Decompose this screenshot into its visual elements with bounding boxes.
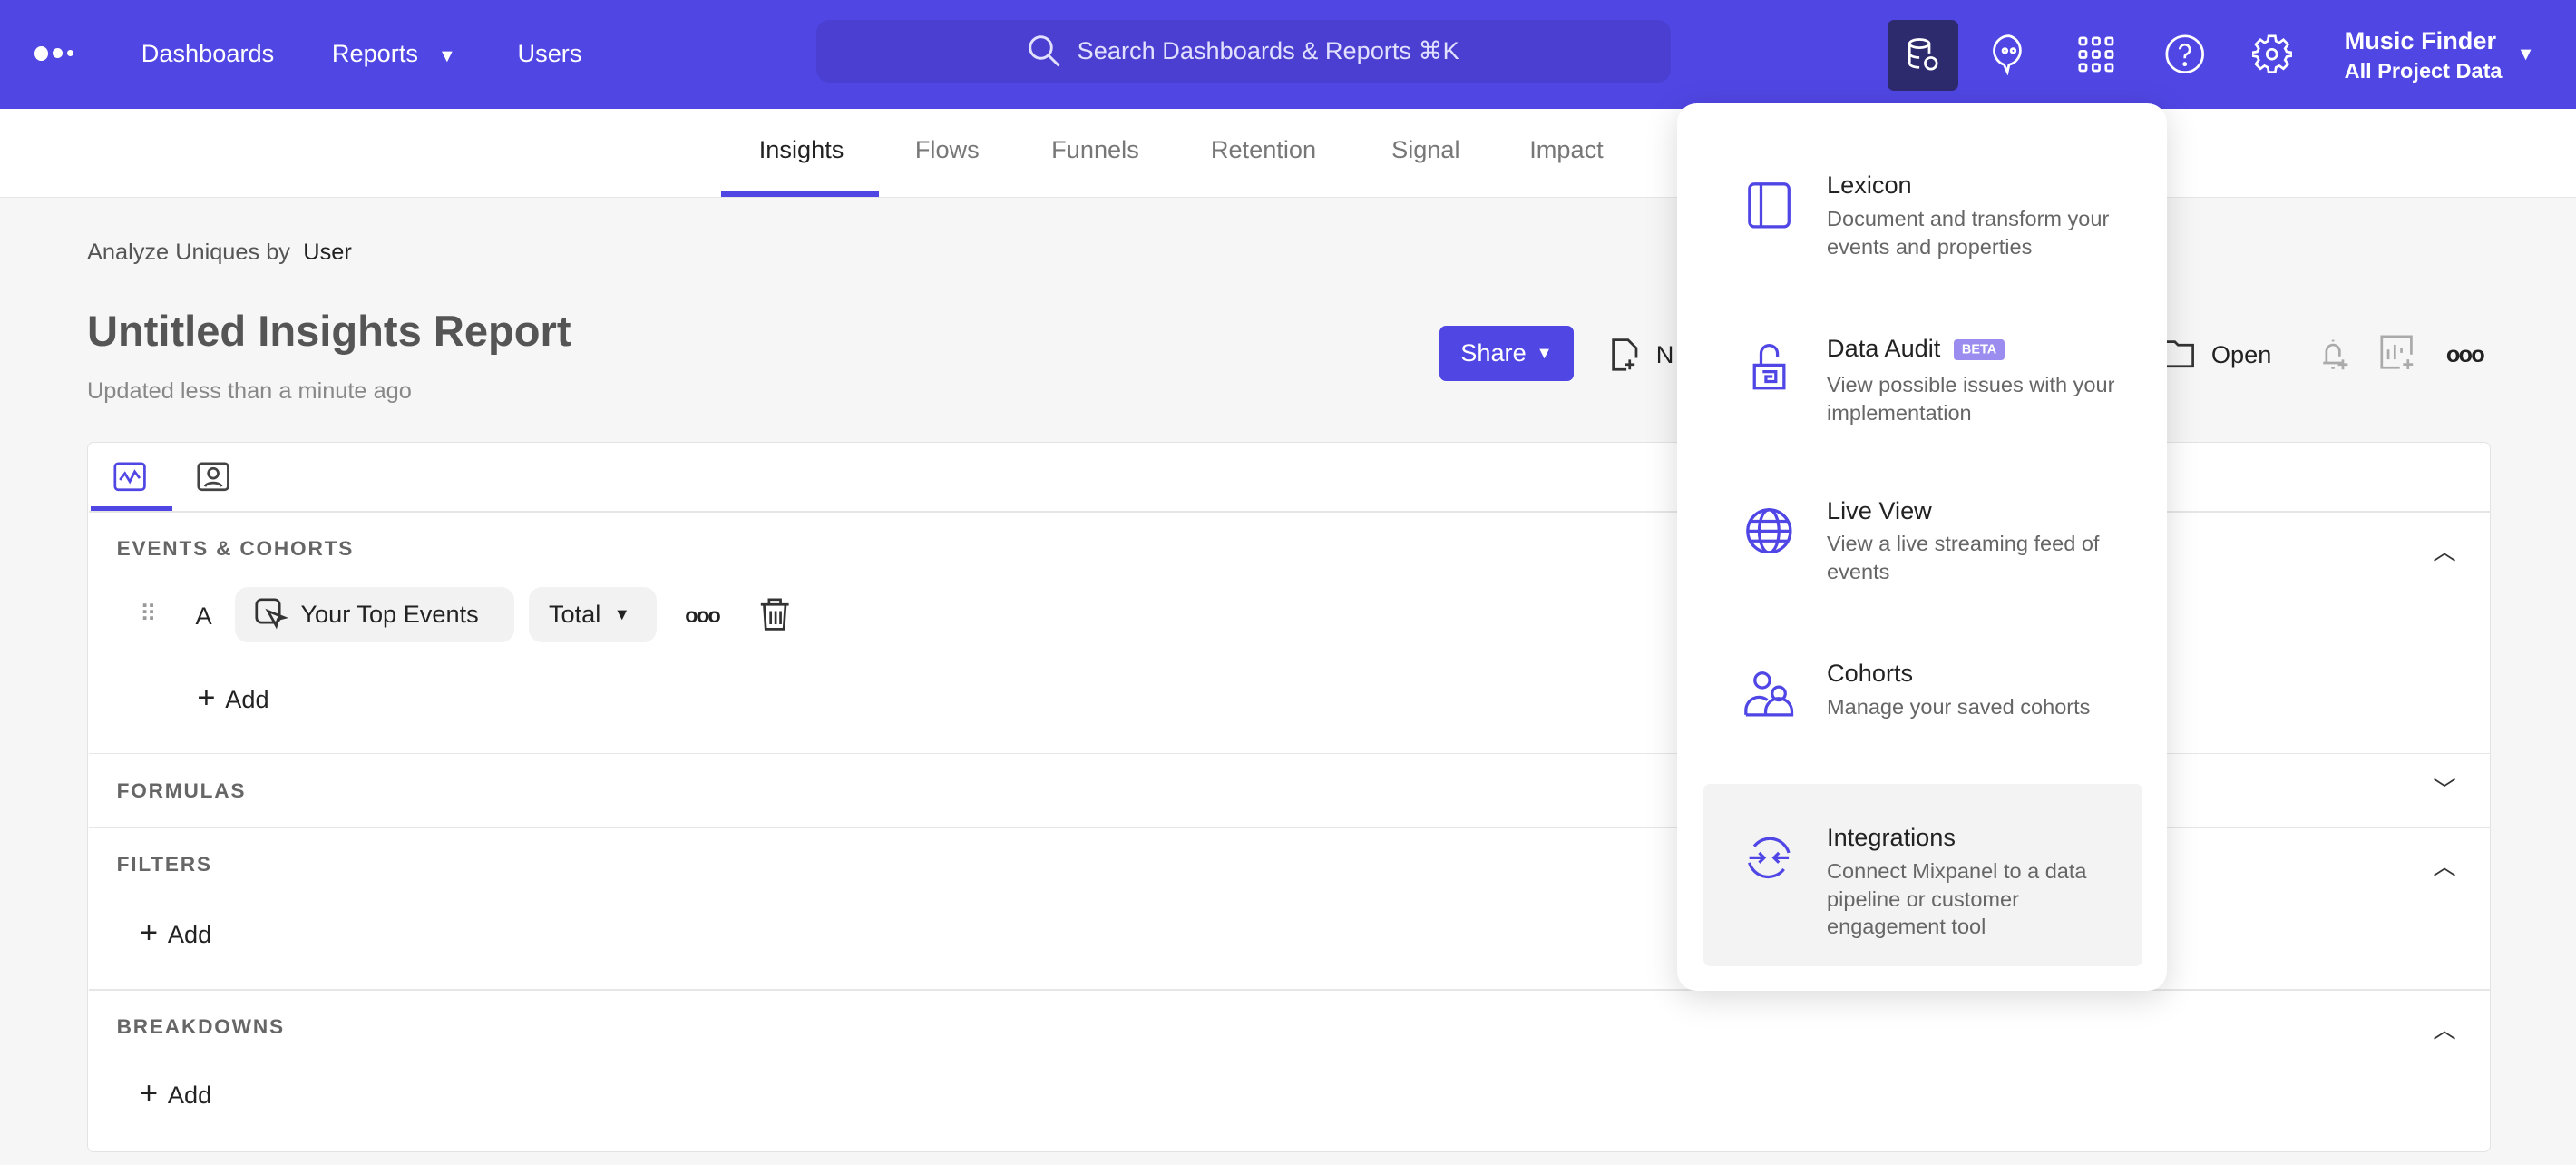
analyze-by[interactable]: Analyze Uniques by User [87,240,352,266]
open-button[interactable]: Open [2211,340,2271,369]
menu-item-desc: View possible issues with your implement… [1827,372,2115,425]
events-cohorts-header: EVENTS & COHORTS [116,537,355,561]
nav-dashboards[interactable]: Dashboards [141,39,274,68]
menu-item-title: Cohorts [1827,659,1914,688]
nav-reports[interactable]: Reports ▼ [332,39,456,68]
new-button-label[interactable]: N [1656,340,1674,369]
plus-icon: + [139,1076,159,1111]
chevron-up-icon[interactable]: ︿ [2433,534,2455,567]
menu-item-title: Live View [1827,495,1932,524]
add-filter-button[interactable]: + Add [140,915,211,951]
analyze-value: User [303,240,352,266]
updated-status: Updated less than a minute ago [86,377,412,404]
share-button[interactable]: Share ▼ [1439,325,1575,382]
measure-label: Total [548,600,601,629]
menu-item-desc: Connect Mixpanel to a data pipeline or c… [1827,858,2087,939]
add-label: Add [167,1081,212,1110]
chevron-up-icon[interactable]: ︿ [2433,849,2455,882]
plus-icon: + [139,915,159,950]
help-icon[interactable] [2165,34,2205,74]
menu-item-desc: View a live streaming feed of events [1827,532,2100,584]
settings-gear-icon[interactable] [2252,34,2292,74]
caret-down-icon: ▼ [437,46,456,67]
add-label: Add [167,919,212,948]
active-tab-indicator [721,191,879,198]
tab-signal[interactable]: Signal [1391,135,1460,164]
globe-icon [1746,507,1792,554]
tab-funnels[interactable]: Funnels [1051,135,1139,164]
more-options-icon[interactable]: ooo [2446,342,2485,368]
event-letter: A [195,601,212,630]
menu-item-cohorts[interactable]: Cohorts Manage your saved cohorts [1827,659,2139,720]
search-input[interactable]: Search Dashboards & Reports ⌘K [816,19,1671,83]
event-selector[interactable]: Your Top Events [235,586,514,643]
add-label: Add [225,684,269,713]
nav-reports-label: Reports [331,39,418,68]
menu-item-title: Integrations [1827,823,1956,852]
menu-item-lexicon[interactable]: Lexicon Document and transform your event… [1827,171,2122,260]
search-icon [1029,35,1060,67]
lock-audit-icon [1752,343,1786,390]
data-management-button[interactable] [1888,19,1958,91]
tab-retention[interactable]: Retention [1211,135,1316,164]
caret-down-icon: ▼ [1536,343,1553,362]
integrations-icon [1748,837,1791,879]
project-scope: All Project Data [2344,58,2503,83]
menu-item-title: Data Audit [1827,333,1941,362]
nav-users[interactable]: Users [518,39,582,68]
search-placeholder: Search Dashboards & Reports ⌘K [1077,36,1459,65]
chevron-up-icon[interactable]: ︿ [2433,1013,2455,1045]
menu-item-desc: Document and transform your events and p… [1827,206,2110,259]
caret-down-icon: ▼ [2516,44,2535,64]
bell-add-icon[interactable] [2317,337,2353,373]
project-name: Music Finder [2344,25,2497,54]
new-report-icon[interactable] [1610,337,1640,373]
event-name: Your Top Events [300,600,479,629]
apps-grid-icon[interactable] [2078,36,2114,73]
add-breakdown-button[interactable]: + Add [140,1076,211,1111]
chevron-down-icon[interactable]: ﹀ [2433,772,2455,805]
trash-icon[interactable] [759,598,790,631]
tab-flows[interactable]: Flows [915,135,980,164]
breakdowns-header: BREAKDOWNS [116,1015,285,1039]
database-gear-icon [1908,38,1938,71]
insights-chart-icon[interactable] [113,462,146,492]
menu-item-integrations[interactable]: Integrations Connect Mixpanel to a data p… [1827,823,2122,941]
beta-badge: BETA [1953,338,2005,361]
logo-icon[interactable] [34,45,74,61]
menu-item-title: Lexicon [1827,171,1912,200]
user-profile-icon[interactable] [197,462,230,492]
formulas-header: FORMULAS [116,778,247,802]
book-icon [1748,182,1791,229]
filters-header: FILTERS [116,853,212,876]
add-event-button[interactable]: + Add [197,680,268,716]
add-to-dashboard-icon[interactable] [2380,335,2416,371]
share-label: Share [1460,338,1527,367]
cohorts-icon [1744,671,1794,717]
event-more-icon[interactable]: ooo [685,603,720,628]
report-title[interactable]: Untitled Insights Report [87,306,571,356]
menu-item-live-view[interactable]: Live View View a live streaming feed of e… [1827,496,2122,586]
project-selector[interactable]: Music Finder All Project Data [2345,26,2503,83]
caret-down-icon: ▼ [613,604,630,623]
analyze-label: Analyze Uniques by [86,240,290,266]
measure-selector[interactable]: Total ▼ [529,586,658,643]
tab-impact[interactable]: Impact [1529,135,1604,164]
plus-icon: + [197,680,216,715]
drag-handle-icon[interactable]: ⠿ [140,600,157,628]
folder-open-icon[interactable] [2163,338,2196,368]
cursor-click-icon [255,598,288,630]
chat-icon[interactable] [1991,33,2027,76]
menu-item-desc: Manage your saved cohorts [1827,694,2091,719]
menu-item-data-audit[interactable]: Data Audit BETA View possible issues with … [1827,334,2139,427]
tab-insights[interactable]: Insights [759,135,844,164]
